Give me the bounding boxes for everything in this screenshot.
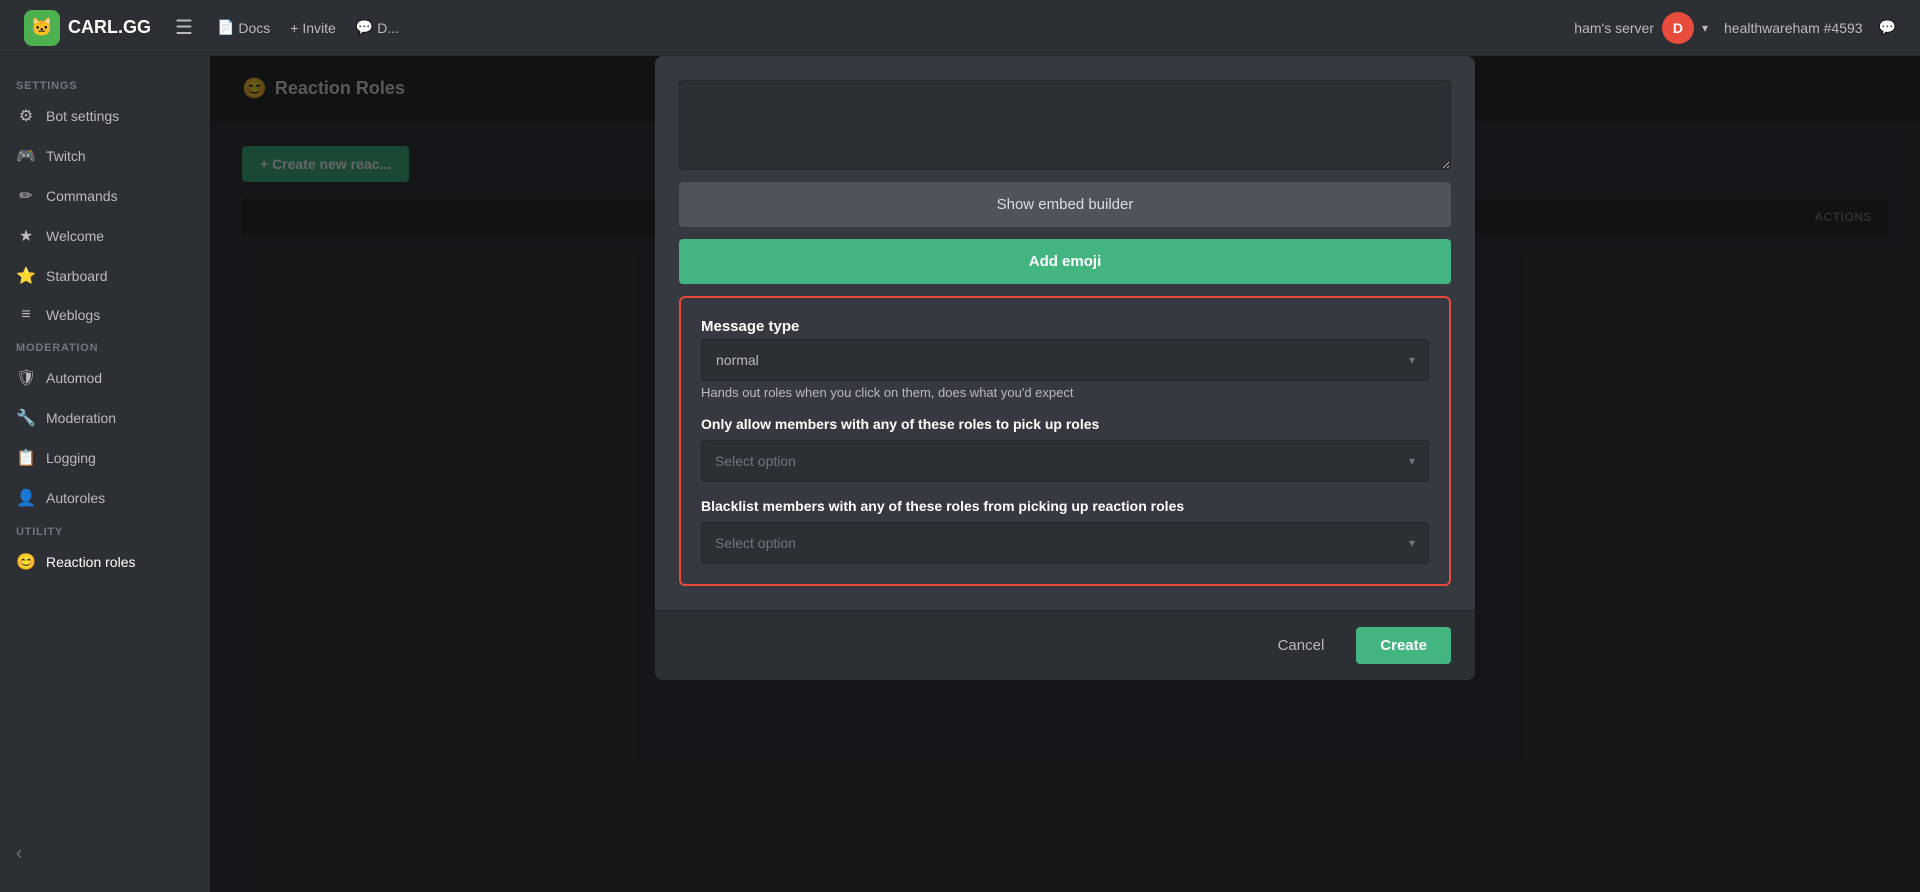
server-chevron-icon: ▾ [1702,21,1708,35]
welcome-icon: ★ [16,226,36,246]
allow-roles-label: Only allow members with any of these rol… [701,416,1429,432]
allow-roles-select[interactable] [701,440,1429,482]
message-type-select[interactable]: normal unique verify [701,339,1429,381]
sidebar-item-label: Autoroles [46,490,105,506]
add-emoji-button[interactable]: Add emoji [679,239,1451,284]
sidebar-item-autoroles[interactable]: 👤 Autoroles [0,478,210,518]
logo-text: CARL.GG [68,17,151,38]
twitch-icon: 🎮 [16,146,36,166]
allow-roles-select-wrapper: ▾ Select option [701,440,1429,482]
discord-link[interactable]: 💬 D... [356,19,399,36]
menu-icon[interactable]: ☰ [175,15,193,40]
blacklist-roles-select[interactable] [701,522,1429,564]
sidebar-item-label: Automod [46,370,102,386]
sidebar-item-label: Commands [46,188,118,204]
sidebar-item-reaction-roles[interactable]: 😊 Reaction roles [0,542,210,582]
blacklist-roles-label: Blacklist members with any of these role… [701,498,1429,514]
sidebar-item-label: Weblogs [46,307,100,323]
logging-icon: 📋 [16,448,36,468]
cancel-button[interactable]: Cancel [1262,629,1341,662]
topnav-right: ham's server D ▾ healthwareham #4593 💬 [1574,12,1896,44]
embed-builder-button[interactable]: Show embed builder [679,182,1451,227]
utility-section-label: UTILITY [0,518,210,542]
modal: Show embed builder Add emoji Message typ… [655,56,1475,680]
sidebar-item-logging[interactable]: 📋 Logging [0,438,210,478]
autoroles-icon: 👤 [16,488,36,508]
main-layout: SETTINGS ⚙ Bot settings 🎮 Twitch ✏ Comma… [0,56,1920,892]
starboard-icon: ⭐ [16,266,36,286]
automod-icon: 🛡 [16,368,36,388]
sidebar-item-label: Bot settings [46,108,119,124]
topnav-links: 📄 Docs + Invite 💬 D... [217,19,399,36]
sidebar-item-twitch[interactable]: 🎮 Twitch [0,136,210,176]
sidebar-item-label: Logging [46,450,96,466]
reaction-roles-icon: 😊 [16,552,36,572]
logo[interactable]: 🐱 CARL.GG [24,10,151,46]
modal-textarea[interactable] [679,80,1451,170]
red-bordered-section: Message type normal unique verify ▾ Hand… [679,296,1451,586]
content-area: 😊 Reaction Roles + Create new reac... Ac… [210,56,1920,892]
blacklist-roles-select-wrapper: ▾ Select option [701,522,1429,564]
message-type-section: Message type normal unique verify ▾ Hand… [701,318,1429,400]
sidebar-item-label: Reaction roles [46,554,136,570]
sidebar-item-label: Starboard [46,268,107,284]
modal-backdrop[interactable]: Show embed builder Add emoji Message typ… [210,56,1920,892]
username: healthwareham #4593 [1724,20,1863,36]
sidebar: SETTINGS ⚙ Bot settings 🎮 Twitch ✏ Comma… [0,56,210,892]
message-type-title: Message type [701,318,1429,335]
gear-icon: ⚙ [16,106,36,126]
commands-icon: ✏ [16,186,36,206]
modal-footer: Cancel Create [655,610,1475,680]
server-name: ham's server [1574,20,1654,36]
invite-link[interactable]: + Invite [290,20,336,36]
docs-link[interactable]: 📄 Docs [217,19,270,36]
modal-body: Show embed builder Add emoji Message typ… [655,56,1475,610]
logo-icon: 🐱 [24,10,60,46]
sidebar-item-starboard[interactable]: ⭐ Starboard [0,256,210,296]
server-info[interactable]: ham's server D ▾ [1574,12,1708,44]
sidebar-item-label: Moderation [46,410,116,426]
sidebar-collapse-button[interactable]: ‹ [0,831,210,876]
sidebar-item-label: Twitch [46,148,86,164]
weblogs-icon: ≡ [16,306,36,324]
topnav: 🐱 CARL.GG ☰ 📄 Docs + Invite 💬 D... ham's… [0,0,1920,56]
sidebar-item-label: Welcome [46,228,104,244]
server-avatar: D [1662,12,1694,44]
sidebar-item-bot-settings[interactable]: ⚙ Bot settings [0,96,210,136]
blacklist-roles-section: Blacklist members with any of these role… [701,498,1429,564]
sidebar-item-weblogs[interactable]: ≡ Weblogs [0,296,210,334]
sidebar-item-moderation[interactable]: 🔧 Moderation [0,398,210,438]
settings-section-label: SETTINGS [0,72,210,96]
moderation-section-label: MODERATION [0,334,210,358]
moderation-icon: 🔧 [16,408,36,428]
sidebar-item-welcome[interactable]: ★ Welcome [0,216,210,256]
sidebar-item-automod[interactable]: 🛡 Automod [0,358,210,398]
allow-roles-section: Only allow members with any of these rol… [701,416,1429,482]
create-button[interactable]: Create [1356,627,1451,664]
chat-icon: 💬 [1879,19,1896,36]
message-type-description: Hands out roles when you click on them, … [701,385,1429,400]
message-type-select-wrapper: normal unique verify ▾ [701,339,1429,381]
sidebar-item-commands[interactable]: ✏ Commands [0,176,210,216]
